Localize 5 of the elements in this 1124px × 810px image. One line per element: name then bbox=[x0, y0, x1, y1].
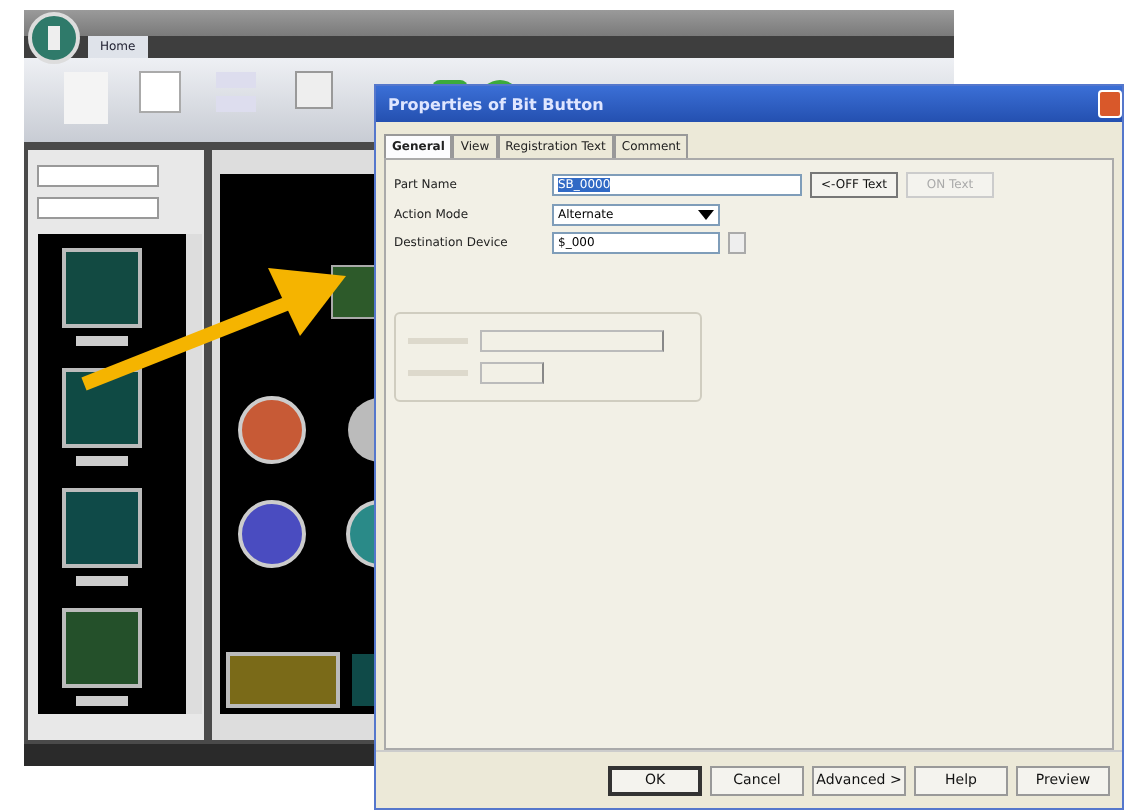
app-logo-icon bbox=[28, 12, 80, 64]
dialog-title: Properties of Bit Button bbox=[388, 95, 604, 113]
browse-button[interactable] bbox=[728, 232, 746, 254]
close-button[interactable] bbox=[1098, 90, 1122, 118]
dropdown-arrow-icon bbox=[698, 210, 714, 220]
